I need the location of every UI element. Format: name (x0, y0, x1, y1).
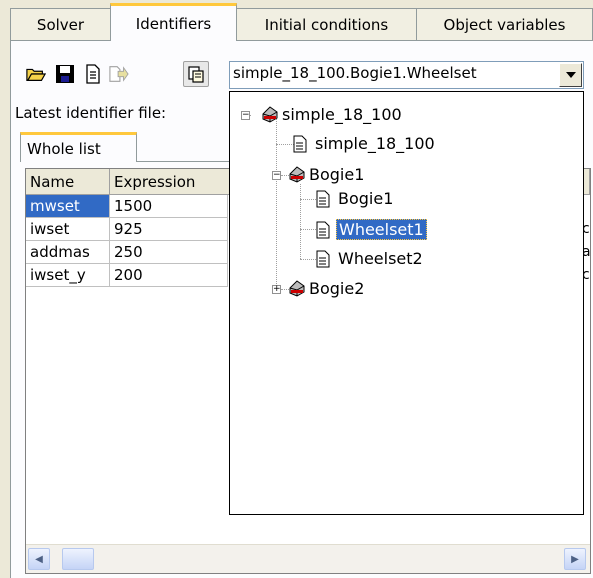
cell-name[interactable]: addmas (26, 241, 110, 264)
tab-initial-conditions[interactable]: Initial conditions (236, 8, 417, 40)
tree-node-doc[interactable]: Bogie1 (316, 189, 395, 208)
tree-node-model[interactable]: Bogie2 (287, 278, 366, 298)
chevron-down-icon (565, 72, 576, 78)
tree-node-model[interactable]: Bogie1 (287, 164, 366, 184)
cell-name[interactable]: iwset_y (26, 264, 110, 287)
cell-expression[interactable]: 200 (110, 264, 228, 287)
document-icon (293, 135, 307, 152)
model-icon (289, 280, 305, 297)
collapse-toggle[interactable]: − (272, 171, 281, 180)
scroll-left-button[interactable]: ◀ (28, 548, 50, 570)
scroll-thumb[interactable] (62, 548, 94, 570)
tree-line (300, 229, 316, 230)
forward-document-icon[interactable] (109, 64, 129, 84)
document-icon[interactable] (83, 64, 103, 84)
column-header-name[interactable]: Name (26, 169, 110, 195)
document-icon (316, 190, 330, 207)
horizontal-scrollbar[interactable]: ◀ ▶ (26, 544, 590, 573)
tree-line (276, 144, 294, 145)
tree-line (300, 199, 316, 200)
combo-dropdown-tree: − simple_18_100 simple_18_100 − Bogie1 B… (229, 91, 584, 515)
cell-expression[interactable]: 925 (110, 218, 228, 241)
tab-label: Solver (36, 15, 85, 34)
tree-node-doc-selected[interactable]: Wheelset1 (316, 219, 427, 240)
scroll-right-button[interactable]: ▶ (564, 548, 586, 570)
tab-identifiers[interactable]: Identifiers (110, 3, 237, 41)
tree-node-doc[interactable]: Wheelset2 (316, 249, 425, 268)
expand-toggle[interactable]: + (272, 285, 281, 294)
tree-node-doc[interactable]: simple_18_100 (293, 134, 437, 153)
arrow-left-icon: ◀ (35, 553, 43, 565)
cell-expression[interactable]: 250 (110, 241, 228, 264)
tree-node-model[interactable]: simple_18_100 (260, 104, 404, 124)
model-icon (262, 106, 278, 123)
cell-name[interactable]: mwset (26, 195, 110, 218)
tab-solver[interactable]: Solver (10, 8, 111, 40)
document-icon (316, 250, 330, 267)
combo-dropdown-button[interactable] (559, 63, 582, 87)
tree-line (300, 259, 316, 260)
paste-icon[interactable] (183, 61, 209, 87)
tab-whole-list[interactable]: Whole list (20, 132, 137, 162)
tab-label: Identifiers (135, 14, 212, 33)
cell-expression[interactable]: 1500 (110, 195, 228, 218)
tab-label: Object variables (443, 15, 566, 34)
tab-label: Whole list (27, 139, 101, 158)
model-icon (289, 166, 305, 183)
tab-object-variables[interactable]: Object variables (416, 8, 593, 40)
cell-name[interactable]: iwset (26, 218, 110, 241)
collapse-toggle[interactable]: − (241, 111, 250, 120)
arrow-right-icon: ▶ (571, 553, 579, 565)
latest-identifier-label: Latest identifier file: (15, 104, 167, 122)
open-folder-icon[interactable] (26, 64, 46, 84)
tree-line (300, 184, 301, 259)
document-icon (316, 221, 330, 238)
tab-label: Initial conditions (264, 15, 389, 34)
identifier-combo-value: simple_18_100.Bogie1.Wheelset (233, 64, 477, 82)
save-icon[interactable] (55, 64, 75, 84)
